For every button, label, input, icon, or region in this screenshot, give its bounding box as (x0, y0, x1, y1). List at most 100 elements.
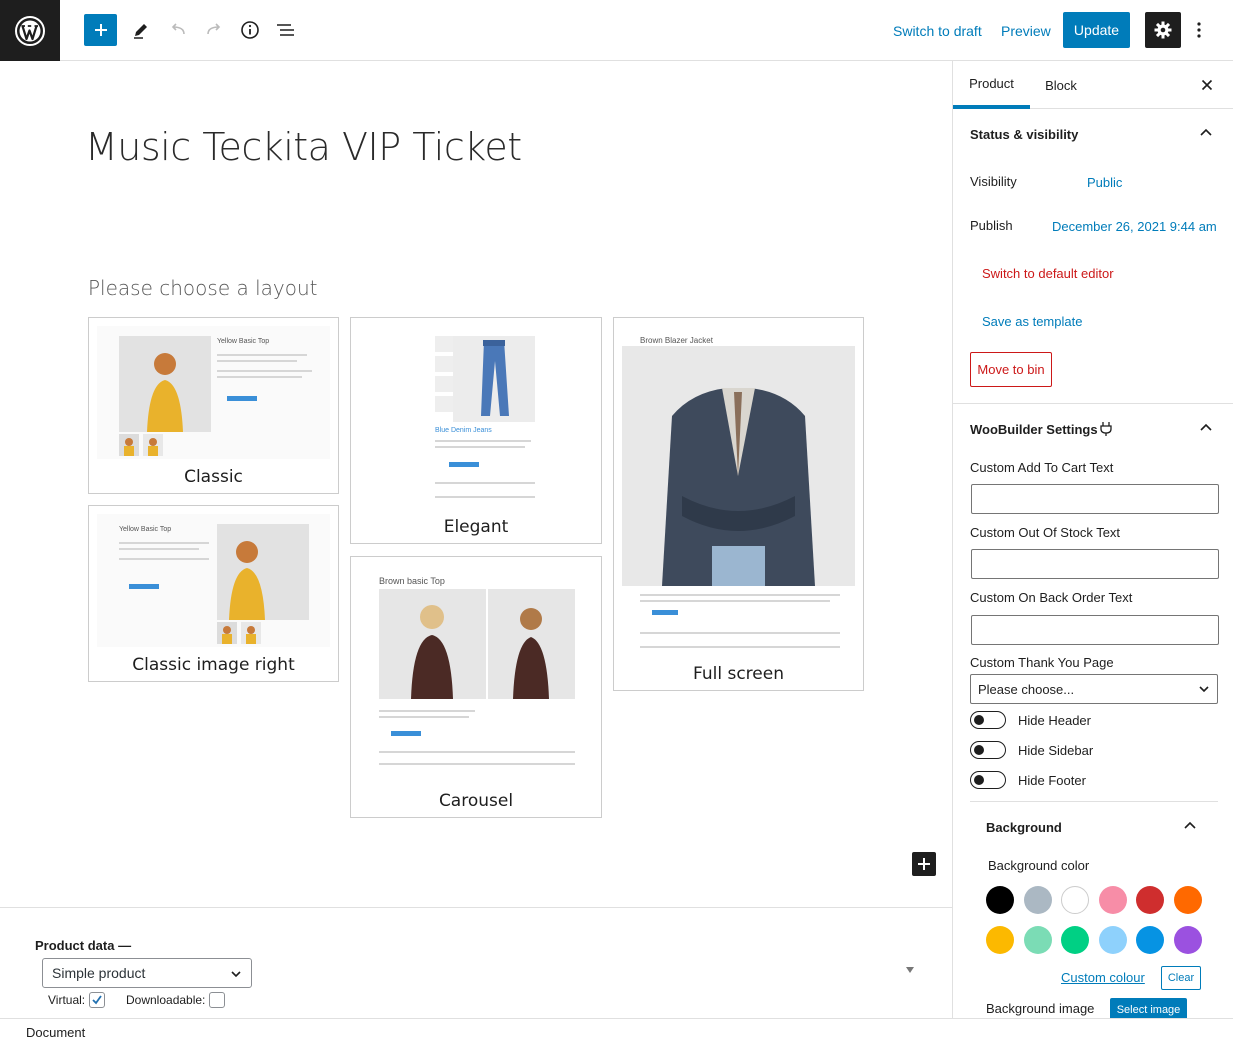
elegant-preview-title: Blue Denim Jeans (435, 427, 492, 434)
mini-line (435, 482, 535, 484)
custom-add-to-cart-label: Custom Add To Cart Text (970, 460, 1114, 475)
hide-footer-toggle[interactable]: Hide Footer (970, 771, 1086, 789)
visibility-label: Visibility (970, 174, 1017, 189)
status-visibility-title[interactable]: Status & visibility (970, 127, 1078, 142)
save-as-template-link[interactable]: Save as template (982, 314, 1082, 329)
custom-thank-you-select[interactable]: Please choose... (970, 674, 1218, 704)
hide-footer-label: Hide Footer (1018, 772, 1086, 788)
virtual-option: Virtual: (48, 992, 106, 1008)
editor-top-bar: Switch to draft Preview Update (0, 0, 1233, 61)
breadcrumb-document[interactable]: Document (26, 1025, 85, 1040)
redo-icon (207, 23, 221, 35)
mini-add-to-cart (652, 610, 678, 615)
product-data-label: Product data — (35, 938, 132, 953)
post-title[interactable]: Music Teckita VIP Ticket (85, 125, 522, 169)
panel-divider (953, 403, 1233, 404)
undo-icon (171, 23, 185, 35)
toggle-switch[interactable] (970, 741, 1006, 759)
switch-to-default-editor-link[interactable]: Switch to default editor (982, 266, 1114, 281)
color-swatch[interactable] (986, 926, 1014, 954)
settings-sidebar: Product Block Status & visibility Visibi… (952, 61, 1233, 1018)
options-menu-button[interactable] (1188, 14, 1210, 46)
update-button[interactable]: Update (1063, 12, 1130, 48)
carousel-preview-title: Brown basic Top (379, 576, 445, 586)
undo-button[interactable] (161, 14, 195, 46)
color-swatch[interactable] (1173, 926, 1202, 954)
mini-line (119, 542, 209, 544)
wordpress-logo-icon[interactable] (0, 0, 60, 61)
woobuilder-settings-title[interactable]: WooBuilder Settings (970, 422, 1098, 437)
close-sidebar-button[interactable] (1197, 75, 1217, 95)
color-swatch[interactable] (1098, 886, 1127, 914)
color-swatch[interactable] (1173, 886, 1202, 914)
color-swatch[interactable] (1061, 886, 1089, 914)
info-icon (241, 21, 259, 39)
background-title[interactable]: Background (986, 820, 1062, 835)
chevron-up-icon[interactable] (1198, 125, 1214, 141)
chevron-up-icon[interactable] (1198, 420, 1214, 436)
layout-option-classic[interactable]: Yellow Basic Top Classic (88, 317, 339, 494)
custom-out-of-stock-input[interactable] (971, 549, 1219, 579)
visibility-value[interactable]: Public (1087, 175, 1122, 190)
pencil-icon (134, 24, 147, 39)
color-swatch[interactable] (1023, 886, 1052, 914)
chevron-up-icon[interactable] (1182, 818, 1198, 834)
downloadable-checkbox[interactable] (209, 992, 226, 1008)
mini-add-to-cart (391, 731, 421, 736)
select-image-button[interactable]: Select image (1110, 998, 1187, 1018)
sidebar-tabs: Product Block (953, 61, 1233, 109)
product-type-select[interactable]: Simple product (42, 958, 252, 988)
virtual-checkbox[interactable] (89, 992, 106, 1008)
publish-date[interactable]: December 26, 2021 9:44 am (1052, 219, 1217, 234)
details-button[interactable] (233, 14, 267, 46)
switch-to-draft-link[interactable]: Switch to draft (893, 23, 982, 39)
color-swatch[interactable] (986, 886, 1014, 914)
layout-option-classic-image-right[interactable]: Yellow Basic Top Classic image right (88, 505, 339, 682)
layout-option-carousel[interactable]: Brown basic Top Carousel (350, 556, 602, 818)
color-swatch[interactable] (1061, 926, 1089, 954)
layout-option-full-screen[interactable]: Brown Blazer Jacket Full screen (613, 317, 864, 691)
toggle-switch[interactable] (970, 771, 1006, 789)
background-color-label: Background color (988, 858, 1090, 873)
color-swatch[interactable] (1023, 926, 1052, 954)
move-to-bin-button[interactable]: Move to bin (970, 352, 1052, 387)
hide-sidebar-toggle[interactable]: Hide Sidebar (970, 741, 1093, 759)
block-inserter-button[interactable] (84, 14, 117, 46)
hide-sidebar-label: Hide Sidebar (1018, 742, 1094, 758)
layout-label-classic-image-right: Classic image right (132, 655, 295, 675)
mini-line (640, 594, 840, 596)
tab-block[interactable]: Block (1030, 61, 1092, 109)
add-block-button[interactable] (912, 852, 936, 876)
settings-button[interactable] (1145, 12, 1181, 48)
hide-header-toggle[interactable]: Hide Header (970, 711, 1091, 729)
more-vertical-icon (1197, 22, 1201, 38)
layout-option-elegant[interactable]: Blue Denim Jeans Elegant (350, 317, 602, 544)
collapse-metabox-button[interactable] (905, 966, 915, 977)
custom-back-order-input[interactable] (971, 615, 1219, 645)
background-image-label: Background image (986, 1001, 1095, 1016)
check-icon (92, 995, 102, 1005)
custom-back-order-label: Custom On Back Order Text (970, 590, 1133, 605)
list-view-icon (277, 24, 294, 36)
color-swatch[interactable] (1098, 926, 1127, 954)
tab-product[interactable]: Product (953, 61, 1030, 109)
tools-button[interactable] (124, 14, 158, 46)
preview-link[interactable]: Preview (1001, 23, 1051, 39)
color-swatch[interactable] (1136, 886, 1164, 914)
classic-preview-image: Yellow Basic Top (97, 326, 330, 459)
panel-divider (970, 801, 1218, 802)
publish-label: Publish (970, 218, 1013, 233)
clear-color-button[interactable]: Clear (1161, 966, 1201, 990)
mini-line (119, 548, 199, 550)
list-view-button[interactable] (269, 14, 303, 46)
close-icon (1201, 79, 1213, 91)
toggle-switch[interactable] (970, 711, 1006, 729)
redo-button[interactable] (197, 14, 231, 46)
custom-colour-link[interactable]: Custom colour (1061, 970, 1145, 985)
color-swatch[interactable] (1136, 926, 1164, 954)
plus-icon (94, 24, 107, 36)
mini-add-to-cart (129, 584, 159, 589)
mini-line (640, 646, 840, 648)
mini-line (379, 710, 475, 712)
custom-add-to-cart-input[interactable] (971, 484, 1219, 514)
